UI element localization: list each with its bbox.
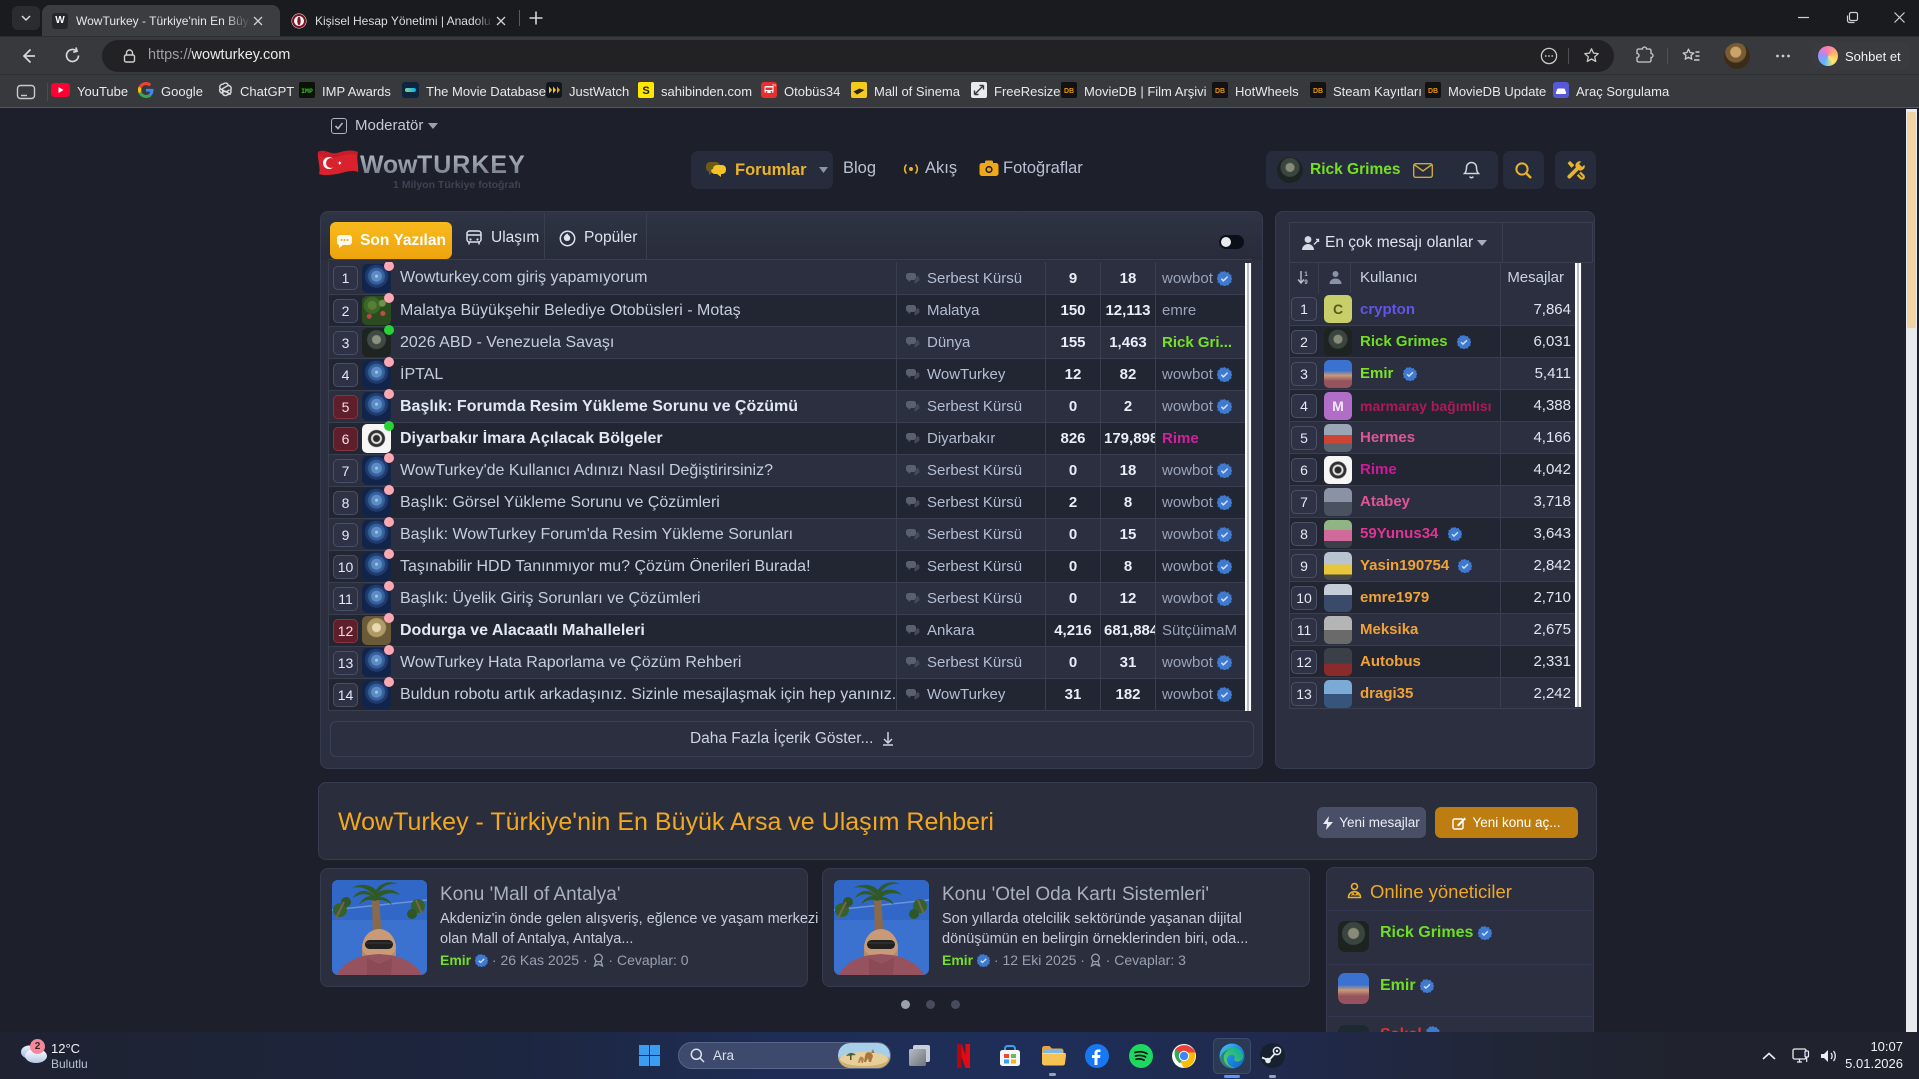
svg-text:IMP: IMP [301, 88, 313, 95]
svg-text:1: 1 [1304, 272, 1308, 278]
svg-text:34: 34 [772, 84, 776, 88]
svg-text:S: S [642, 85, 649, 97]
svg-text:DB: DB [1215, 88, 1225, 95]
svg-text:9: 9 [1304, 280, 1308, 285]
svg-text:DB: DB [1064, 88, 1074, 95]
svg-text:DB: DB [1428, 88, 1438, 95]
svg-text:DB: DB [1313, 88, 1323, 95]
